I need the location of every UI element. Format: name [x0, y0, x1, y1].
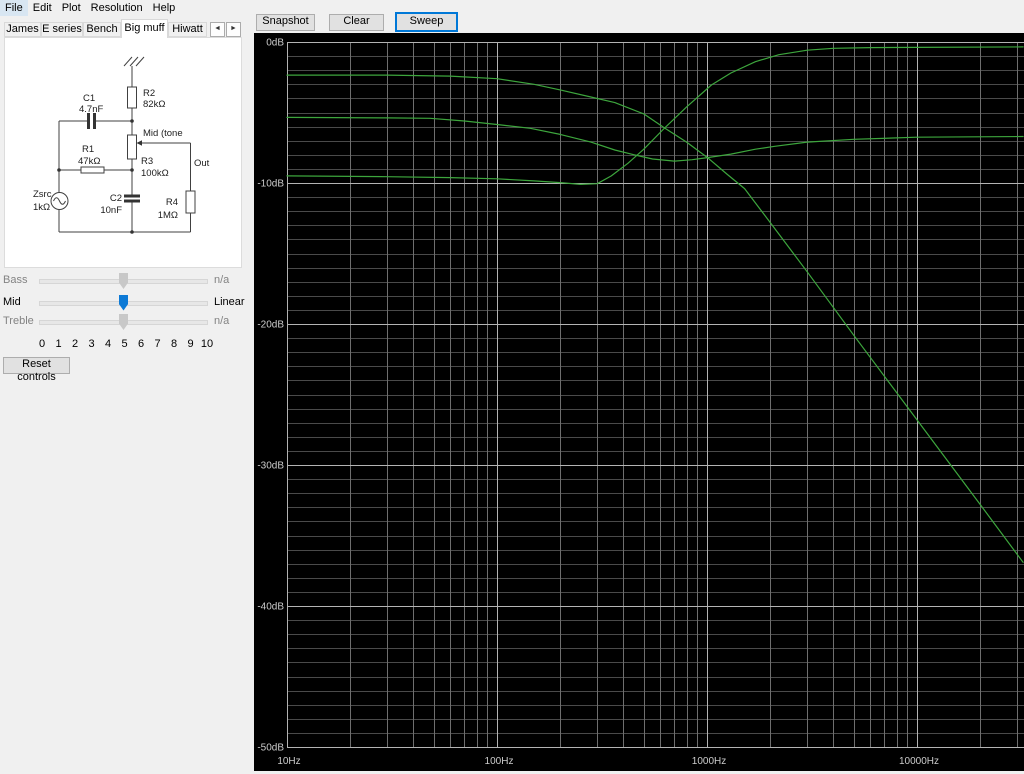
slider-row-bass: Bass n/a — [0, 272, 254, 290]
y-axis-label: -40dB — [257, 602, 284, 613]
circuit-schematic: C14.7nF R282kΩ R147kΩ R3100kΩ C210nF R4 1MΩ Zsr… — [33, 56, 210, 234]
slider-row-treble: Treble n/a — [0, 313, 254, 331]
scale-number: 3 — [88, 338, 95, 350]
y-axis-label: -10dB — [257, 179, 284, 190]
snapshot-button[interactable]: Snapshot — [256, 14, 315, 31]
response-curve-0 — [286, 74, 1024, 563]
slider-label: Bass — [3, 274, 28, 286]
scale-number: 9 — [187, 338, 194, 350]
response-curve-1 — [286, 116, 1024, 162]
scale-number: 4 — [104, 338, 112, 350]
y-axis-label: 0dB — [266, 38, 284, 49]
arrow-left-icon: ◄ — [214, 25, 221, 32]
component-value-c1: 4.7nF — [79, 104, 103, 115]
scale-number: 8 — [170, 338, 178, 350]
sweep-button[interactable]: Sweep — [395, 12, 458, 32]
slider-thumb-treble — [119, 314, 128, 330]
component-value-c2: 10nF — [100, 205, 122, 216]
scale-number: 6 — [137, 338, 145, 350]
scale-number: 5 — [121, 338, 128, 350]
component-ref-r3: R3 — [141, 156, 153, 167]
x-axis-label: 1000Hz — [692, 756, 726, 767]
component-ref-zsrc: Zsrc — [33, 189, 52, 200]
component-value-r3: 100kΩ — [141, 168, 169, 179]
menu-item-file[interactable]: File — [0, 0, 28, 16]
tab-james[interactable]: James — [4, 22, 41, 37]
x-axis-label: 100Hz — [485, 756, 514, 767]
y-axis-label: -50dB — [257, 743, 284, 754]
slider-value: Linear — [214, 295, 245, 308]
component-value-r4: 1MΩ — [158, 210, 178, 221]
component-value-r1: 47kΩ — [78, 156, 100, 167]
reset-controls-button[interactable]: Reset controls — [3, 357, 70, 383]
menu-item-resolution[interactable]: Resolution — [86, 0, 148, 16]
scale-number: 7 — [154, 338, 161, 350]
slider-thumb-mid[interactable] — [119, 294, 128, 311]
slider-label: Mid — [3, 295, 21, 308]
clear-button[interactable]: Clear — [329, 14, 384, 31]
slider-value: n/a — [214, 274, 230, 286]
menu-bar: File Edit Plot Resolution Help — [0, 0, 1024, 18]
frequency-response-plot: 0dB -10dB -20dB -30dB -40dB -50dB 10Hz 100Hz 100… — [257, 38, 1024, 767]
slider-scale: 0 1 2 3 4 5 6 7 8 9 10 — [0, 338, 254, 351]
component-ref-r4: R4 — [166, 197, 178, 208]
menu-item-edit[interactable]: Edit — [28, 0, 57, 16]
tab-bar: ◄ ► James E series Bench Big muff Hiwatt — [0, 19, 254, 38]
component-value-zsrc: 1kΩ — [33, 202, 50, 213]
component-ref-c1: C1 — [83, 93, 95, 104]
tab-hiwatt[interactable]: Hiwatt — [168, 22, 207, 37]
slider-value: n/a — [214, 315, 230, 327]
slider-label: Treble — [3, 315, 34, 327]
scale-number: 10 — [200, 338, 214, 350]
wiper-label: Mid (tone — [143, 128, 183, 139]
arrow-right-icon: ► — [230, 25, 237, 32]
tab-scroll-right-button[interactable]: ► — [226, 22, 241, 37]
slider-thumb-bass — [119, 273, 128, 289]
scale-number: 1 — [55, 338, 62, 350]
scale-number: 2 — [71, 338, 79, 350]
component-ref-r2: R2 — [143, 88, 155, 99]
tab-scroll-left-button[interactable]: ◄ — [210, 22, 225, 37]
scale-number: 0 — [38, 338, 46, 350]
circuit-panel: C1 4.7nF R2 82kΩ R1 47kΩ R3 100kΩ C2 10nF R4 1MΩ Zsr… — [4, 37, 242, 268]
tab-bench[interactable]: Bench — [83, 22, 121, 37]
plot-area: 0dB -10dB -20dB -30dB -40dB -50dB 10Hz 100Hz 100… — [254, 33, 1024, 771]
y-axis-label: -30dB — [257, 461, 284, 472]
slider-row-mid: Mid Linear — [0, 294, 254, 312]
component-ref-r1: R1 — [82, 144, 94, 155]
menu-item-plot[interactable]: Plot — [57, 0, 86, 16]
y-axis-label: -20dB — [257, 320, 284, 331]
app-window: { "menu": { "items": ["File", "Edit", "P… — [0, 0, 1024, 771]
x-axis-label: 10Hz — [277, 756, 300, 767]
tab-big-muff[interactable]: Big muff — [121, 19, 168, 38]
tab-e-series[interactable]: E series — [41, 22, 83, 37]
response-curve-2 — [286, 46, 1024, 185]
component-value-r2: 82kΩ — [143, 99, 165, 110]
component-ref-c2: C2 — [110, 193, 122, 204]
output-label: Out — [194, 158, 210, 169]
menu-item-help[interactable]: Help — [148, 0, 181, 16]
x-axis-label: 10000Hz — [899, 756, 939, 767]
